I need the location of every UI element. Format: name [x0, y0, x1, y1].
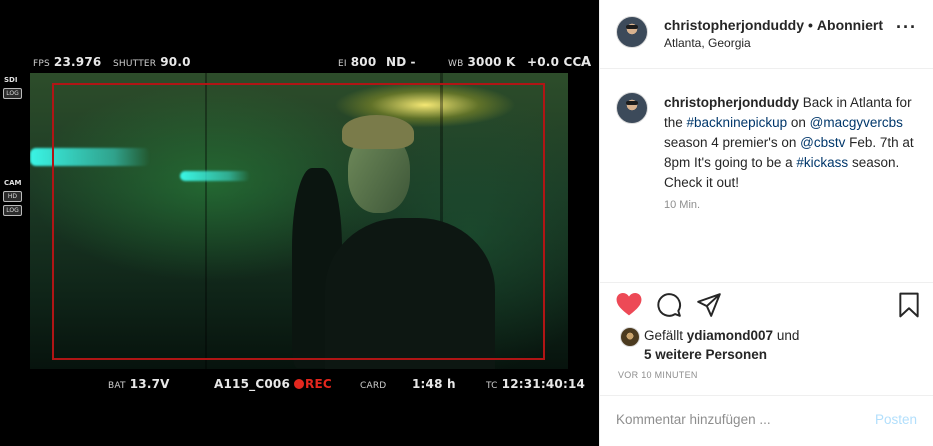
hud-channel: A: [581, 55, 592, 70]
hud-nd: ND -: [386, 55, 416, 69]
hud-timecode: TC 12:31:40:14: [486, 377, 586, 391]
author-avatar[interactable]: [616, 16, 648, 48]
post-header: christopherjonduddy • Abonniert: [664, 17, 883, 33]
post-location[interactable]: Atlanta, Georgia: [664, 36, 751, 50]
cam-label: CAM: [4, 179, 22, 187]
liker-username[interactable]: ydiamond007: [687, 328, 773, 343]
other-likers-link[interactable]: 5 weitere Personen: [644, 347, 767, 362]
post-sidebar: christopherjonduddy • Abonniert Atlanta, G…: [599, 0, 933, 446]
sdi-label: SDI: [4, 76, 18, 84]
comment-icon: [657, 293, 681, 317]
caption-text: on: [787, 115, 810, 130]
divider: [600, 282, 933, 283]
record-icon: [294, 379, 304, 389]
follow-status-button[interactable]: Abonniert: [817, 17, 883, 33]
caption-username[interactable]: christopherjonduddy: [664, 95, 799, 110]
share-button[interactable]: [696, 292, 722, 323]
more-options-button[interactable]: ···: [896, 17, 917, 37]
caption-avatar[interactable]: [616, 92, 648, 124]
hud-wb: WB 3000 K: [448, 55, 516, 69]
mention-link[interactable]: @cbstv: [800, 135, 845, 150]
separator: •: [808, 17, 813, 33]
cam-hd-badge: HD: [3, 191, 22, 202]
hashtag-link[interactable]: #kickass: [796, 155, 848, 170]
hashtag-link[interactable]: #backninepickup: [687, 115, 788, 130]
hud-fps: FPS 23.976: [33, 55, 102, 69]
post-comment-button[interactable]: Posten: [875, 412, 917, 427]
hud-ei: EI 800: [338, 55, 377, 69]
sdi-log-badge: LOG: [3, 88, 22, 99]
bookmark-icon: [899, 292, 919, 318]
cam-log-badge: LOG: [3, 205, 22, 216]
hud-card-label: CARD: [360, 381, 387, 391]
frame-guide: [52, 83, 545, 360]
caption-text: season 4 premier's on: [664, 135, 801, 150]
hud-battery: BAT 13.7V: [108, 377, 170, 391]
post-date: VOR 10 MINUTEN: [618, 370, 698, 380]
comment-button[interactable]: [656, 292, 682, 323]
caption-timestamp: 10 Min.: [664, 199, 701, 211]
hud-cc: +0.0 CC: [527, 55, 582, 69]
more-horizontal-icon: ···: [896, 17, 917, 37]
heart-filled-icon: [616, 292, 642, 316]
divider: [600, 395, 933, 396]
mention-link[interactable]: @macgyvercbs: [810, 115, 903, 130]
hud-shutter: SHUTTER 90.0: [113, 55, 191, 69]
likes-summary[interactable]: Gefällt ydiamond007 und 5 weitere Person…: [644, 326, 884, 364]
hud-clip: A115_C006: [214, 377, 290, 391]
comment-input[interactable]: [616, 412, 856, 427]
liker-avatar[interactable]: [620, 327, 640, 347]
send-icon: [697, 293, 721, 317]
author-username[interactable]: christopherjonduddy: [664, 17, 804, 33]
like-button[interactable]: [616, 292, 642, 321]
hud-rec: REC: [294, 377, 332, 391]
save-button[interactable]: [898, 292, 920, 323]
post-image[interactable]: FPS 23.976 SHUTTER 90.0 EI 800 ND - WB 3000 …: [0, 0, 599, 446]
post-caption: christopherjonduddy Back in Atlanta for …: [664, 93, 916, 193]
hud-card: 1:48 h: [412, 377, 456, 391]
divider: [600, 68, 933, 69]
